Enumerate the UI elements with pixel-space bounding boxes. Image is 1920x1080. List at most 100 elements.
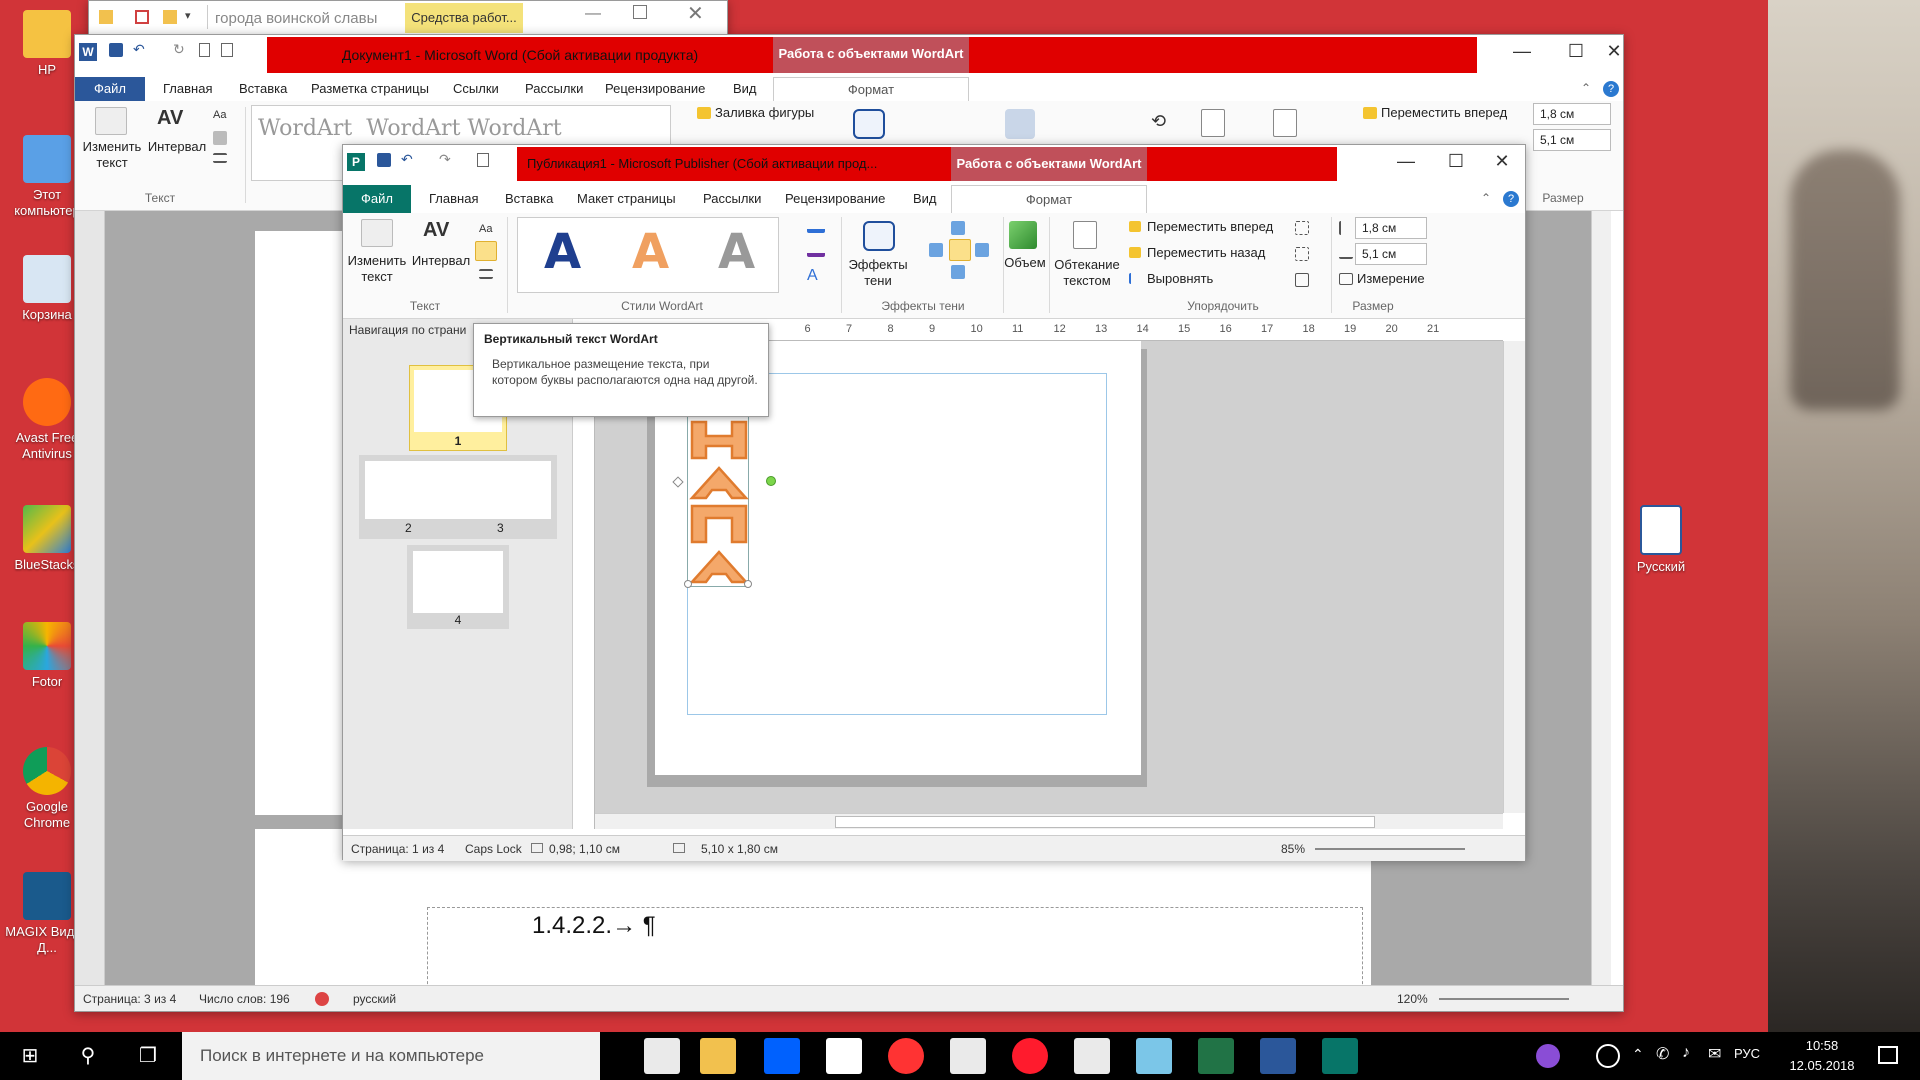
save-icon[interactable] [377,153,391,167]
word-width-field[interactable]: 5,1 см [1533,129,1611,151]
file-explorer-icon[interactable] [700,1038,736,1074]
nudge-down-icon[interactable] [951,265,965,279]
action-center-icon[interactable] [1878,1046,1898,1064]
pub-interval-button[interactable]: Интервал [411,253,471,269]
pub-zoom-slider[interactable] [1315,848,1465,850]
word-height-field[interactable]: 1,8 см [1533,103,1611,125]
position-icon[interactable] [1201,109,1225,137]
rotate-handle-icon[interactable] [766,476,776,486]
even-height-icon[interactable]: Aa [479,223,492,235]
help-icon[interactable]: ? [1603,81,1619,97]
paint-icon[interactable] [1136,1038,1172,1074]
pub-shadow-effects-button[interactable]: Эффекты тени [845,257,911,289]
search-icon[interactable]: ⚲ [64,1032,112,1080]
help-icon[interactable] [1596,1044,1620,1068]
tab-page-design[interactable]: Макет страницы [577,185,676,213]
undo-icon[interactable]: ↶ [133,41,145,58]
width-icon[interactable] [1339,247,1353,259]
align-icon[interactable] [1129,273,1141,284]
word-icon[interactable] [1260,1038,1296,1074]
pub-volume-button[interactable]: Объем [1003,255,1047,271]
pub-status-zoom[interactable]: 85% [1281,836,1305,862]
collapse-ribbon-icon[interactable]: ⌃ [1481,191,1491,205]
opera-icon[interactable] [1012,1038,1048,1074]
publisher-icon[interactable] [1322,1038,1358,1074]
tab-view[interactable]: Вид [733,77,757,101]
tab-format[interactable]: Формат [951,185,1147,213]
word-textbox[interactable]: 1.4.2.2.→ ¶ [427,907,1363,989]
wrap-text-icon[interactable] [1273,109,1297,137]
notification-icon[interactable]: ✉ [1708,1044,1721,1064]
vertical-text-icon[interactable] [213,131,227,145]
minimize-icon[interactable]: — [585,5,601,23]
vertical-text-icon[interactable] [475,241,497,261]
word-change-text-button[interactable]: Изменить текст [75,139,149,171]
maximize-icon[interactable] [633,5,647,19]
group-icon[interactable] [1295,221,1309,235]
word-zoom-slider[interactable] [1439,998,1569,1000]
wordart-style-orange[interactable]: A [632,224,669,280]
ungroup-icon[interactable] [1295,247,1309,261]
volume-icon[interactable]: ♪ [1682,1044,1690,1062]
quick-access-dropdown-icon[interactable]: ▾ [185,9,191,22]
rotate-icon[interactable] [1295,273,1309,287]
shadow-toggle-icon[interactable] [949,239,971,261]
tab-page-layout[interactable]: Разметка страницы [311,77,429,101]
word-vertical-scrollbar[interactable] [1591,211,1611,987]
edit-text-icon[interactable] [95,107,127,135]
shape-text-icon[interactable]: A [807,267,818,285]
print-preview-icon[interactable] [477,153,489,167]
word-bring-forward-button[interactable]: Переместить вперед [1381,105,1507,121]
tab-file[interactable]: Файл [75,77,145,101]
resize-handle-icon[interactable] [744,580,752,588]
nudge-left-icon[interactable] [929,243,943,257]
tab-mailings[interactable]: Рассылки [703,185,761,213]
undo-icon[interactable]: ↶ [401,151,413,168]
start-icon[interactable]: ⊞ [6,1032,54,1080]
cortana-mic-icon[interactable] [1536,1044,1560,1068]
publisher-window[interactable]: P ↶ ↷ Публикация1 - Microsoft Publisher … [342,144,1526,862]
3d-effect-icon[interactable] [1005,109,1035,139]
redo-icon[interactable]: ↻ [173,41,185,58]
task-view-icon[interactable]: ❐ [124,1032,172,1080]
new-document-icon[interactable] [199,43,210,57]
minimize-icon[interactable]: — [1499,35,1545,67]
nudge-up-icon[interactable] [951,221,965,235]
tab-file[interactable]: Файл [343,185,411,213]
word-status-language[interactable]: русский [353,986,396,1012]
tab-review[interactable]: Рецензирование [785,185,885,213]
fill-shape-icon[interactable] [697,107,711,119]
yandex-icon[interactable] [888,1038,924,1074]
pub-send-backward-button[interactable]: Переместить назад [1147,245,1265,261]
wordart-style-blue[interactable]: A [544,224,581,280]
store-icon[interactable] [950,1038,986,1074]
line-color-icon[interactable] [807,243,825,257]
pub-change-text-button[interactable]: Изменить текст [343,253,411,285]
word-interval-button[interactable]: Интервал [145,139,209,155]
language-indicator[interactable]: РУС [1734,1046,1760,1061]
edit-text-icon[interactable] [361,219,393,247]
tab-format[interactable]: Формат [773,77,969,102]
nudge-right-icon[interactable] [975,243,989,257]
pub-wrap-text-button[interactable]: Обтекание текстом [1051,257,1123,289]
chevron-up-icon[interactable]: ⌃ [1632,1046,1644,1063]
pub-height-field[interactable]: 1,8 см [1355,217,1427,239]
redo-icon[interactable]: ↷ [439,151,451,168]
mail-icon[interactable] [1074,1038,1110,1074]
excel-icon[interactable] [1198,1038,1234,1074]
pub-bring-forward-button[interactable]: Переместить вперед [1147,219,1273,235]
print-preview-icon[interactable] [221,43,233,57]
pub-align-button[interactable]: Выровнять [1147,271,1213,287]
resize-handle-icon[interactable] [684,580,692,588]
file-icon[interactable] [644,1038,680,1074]
explorer-window[interactable]: ▾ города воинской славы Средства работ..… [88,0,728,36]
minimize-icon[interactable]: — [1383,145,1429,177]
close-icon[interactable]: ✕ [1479,145,1525,177]
proofing-icon[interactable] [315,992,329,1006]
pub-horizontal-scrollbar[interactable] [595,813,1503,829]
explorer-tools-tab[interactable]: Средства работ... [405,3,523,33]
word-status-zoom[interactable]: 120% [1397,986,1428,1012]
shadow-effect-icon[interactable] [853,109,885,139]
align-text-icon[interactable] [213,153,227,163]
dropbox-icon[interactable] [764,1038,800,1074]
